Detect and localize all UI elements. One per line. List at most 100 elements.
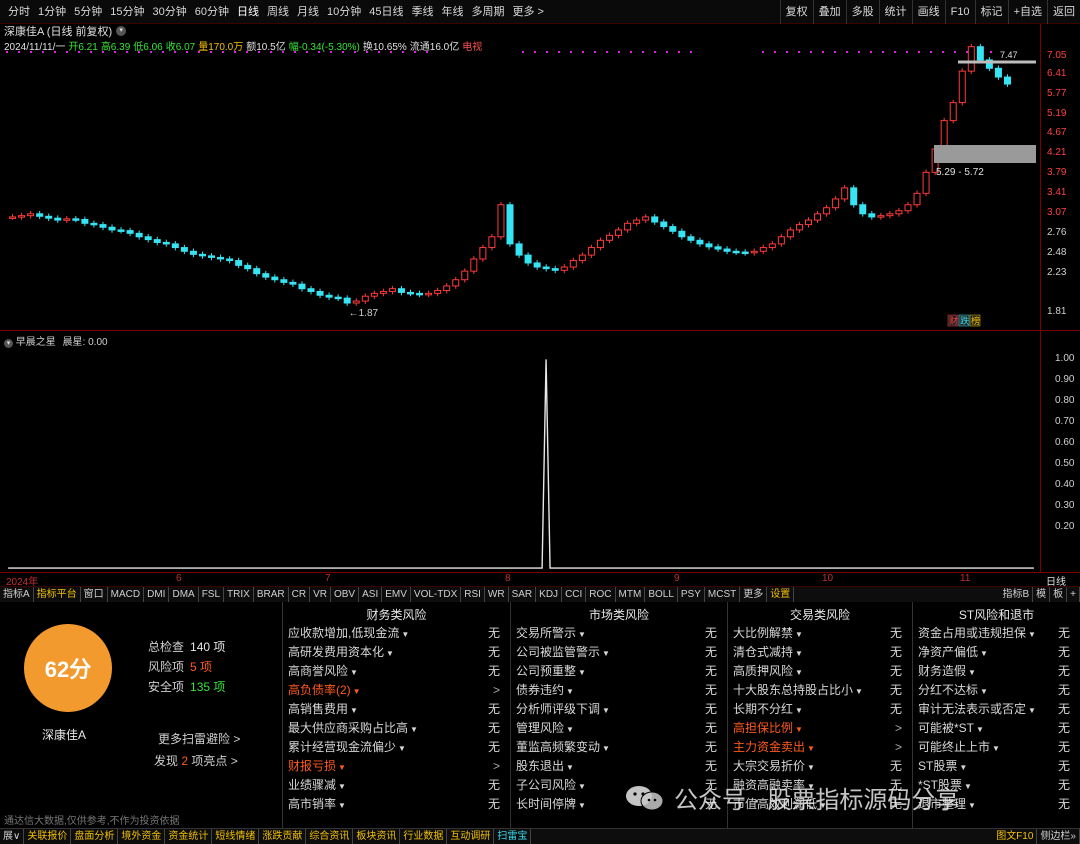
risk-item[interactable]: 大宗交易折价 ▼ 无 [728,757,912,776]
period-tab-13[interactable]: 多周期 [468,0,509,24]
indicator-tab-3[interactable]: MACD [108,587,145,602]
indicator-tab-12[interactable]: ASI [359,587,383,602]
chevron-down-icon[interactable]: ▾ [116,26,127,36]
period-tab-8[interactable]: 月线 [293,0,323,24]
period-tab-9[interactable]: 10分钟 [323,0,365,24]
indicator-tab-right-0[interactable]: 指标B [999,587,1034,603]
risk-item[interactable]: 大比例解禁 ▼ 无 [728,624,912,643]
period-tab-12[interactable]: 年线 [438,0,468,24]
indicator-tab-5[interactable]: DMA [169,587,199,602]
indicator-tab-14[interactable]: VOL-TDX [411,587,462,602]
risk-item[interactable]: 高研发费用资本化 ▼ 无 [283,643,510,662]
indicator-tab-21[interactable]: MTM [616,587,646,602]
period-tab-11[interactable]: 季线 [408,0,438,24]
indicator-tab-0[interactable]: 指标A [0,587,34,602]
risk-item[interactable]: 分红不达标 ▼ 无 [913,681,1080,700]
risk-item[interactable]: 十大股东总持股占比小 ▼ 无 [728,681,912,700]
quote-sector[interactable]: 电视 [462,42,482,53]
risk-item[interactable]: 最大供应商采购占比高 ▼ 无 [283,719,510,738]
period-tab-2[interactable]: 5分钟 [70,0,106,24]
risk-item[interactable]: 交易所警示 ▼ 无 [511,624,727,643]
risk-item[interactable]: 可能终止上市 ▼ 无 [913,738,1080,757]
indicator-tab-22[interactable]: BOLL [645,587,678,602]
risk-item[interactable]: 董监高频繁变动 ▼ 无 [511,738,727,757]
risk-item[interactable]: 高担保比例 ▼ > [728,719,912,738]
bottom-tab-2[interactable]: 盘面分析 [71,829,119,844]
risk-item[interactable]: ST股票 ▼ 无 [913,757,1080,776]
period-tab-0[interactable]: 分时 [4,0,34,24]
bottom-tab-7[interactable]: 综合资讯 [306,829,354,844]
indicator-tab-6[interactable]: FSL [199,587,225,602]
indicator-tab-right-1[interactable]: 模 [1033,587,1051,603]
indicator-tab-15[interactable]: RSI [461,587,485,602]
indicator-tab-right-3[interactable]: + [1067,587,1080,603]
indicator-tab-8[interactable]: BRAR [254,587,289,602]
risk-item[interactable]: 净资产偏低 ▼ 无 [913,643,1080,662]
indicator-tab-10[interactable]: VR [310,587,331,602]
indicator-tab-25[interactable]: 更多 [740,587,768,602]
highlights-link[interactable]: 发现 2 项亮点 > [154,752,238,769]
bottom-tab-1[interactable]: 关联报价 [24,829,72,844]
indicator-tab-right-2[interactable]: 板 [1050,587,1068,603]
risk-item[interactable]: 财务造假 ▼ 无 [913,662,1080,681]
risk-item[interactable]: 业绩骤减 ▼ 无 [283,776,510,795]
stock-title[interactable]: 深康佳A (日线 前复权) [4,23,112,39]
risk-item[interactable]: 资金占用或违规担保 ▼ 无 [913,624,1080,643]
indicator-tab-11[interactable]: OBV [331,587,360,602]
indicator-tab-26[interactable]: 设置 [767,587,795,602]
risk-item[interactable]: 财报亏损 ▼ > [283,757,510,776]
tool-button-3[interactable]: 统计 [878,0,912,24]
tool-button-8[interactable]: 返回 [1047,0,1080,24]
indicator-name[interactable]: 早晨之星 [16,337,56,348]
bottom-right-tab-1[interactable]: 侧边栏» [1037,829,1080,844]
tool-button-1[interactable]: 叠加 [812,0,846,24]
indicator-chevron-icon[interactable]: ▾ [4,339,13,348]
risk-item[interactable]: 高市销率 ▼ 无 [283,795,510,814]
indicator-tab-18[interactable]: KDJ [536,587,563,602]
bottom-tab-8[interactable]: 板块资讯 [353,829,401,844]
risk-item[interactable]: 清仓式减持 ▼ 无 [728,643,912,662]
risk-item[interactable]: 公司预重整 ▼ 无 [511,662,727,681]
indicator-chart[interactable] [0,330,1040,572]
more-scan-link[interactable]: 更多扫雷避险 > [158,730,240,747]
indicator-tab-4[interactable]: DMI [144,587,170,602]
risk-item[interactable]: 分析师评级下调 ▼ 无 [511,700,727,719]
indicator-tab-1[interactable]: 指标平台 [34,587,81,602]
risk-item[interactable]: 高负债率(2) ▼ > [283,681,510,700]
risk-item[interactable]: 管理风险 ▼ 无 [511,719,727,738]
tool-button-5[interactable]: F10 [944,0,975,24]
risk-item[interactable]: 高商誉风险 ▼ 无 [283,662,510,681]
period-tab-14[interactable]: 更多 > [509,0,548,24]
risk-item[interactable]: 应收款增加,低现金流 ▼ 无 [283,624,510,643]
indicator-tab-9[interactable]: CR [289,587,311,602]
period-tab-7[interactable]: 周线 [263,0,293,24]
indicator-tab-24[interactable]: MCST [705,587,741,602]
risk-item[interactable]: 高质押风险 ▼ 无 [728,662,912,681]
risk-item[interactable]: 累计经营现金流偏少 ▼ 无 [283,738,510,757]
bottom-tab-3[interactable]: 境外资金 [118,829,166,844]
bottom-right-tab-0[interactable]: 图文F10 [993,829,1038,844]
tool-button-0[interactable]: 复权 [779,0,813,24]
period-tab-1[interactable]: 1分钟 [34,0,70,24]
bottom-tab-10[interactable]: 互动调研 [447,829,495,844]
tool-button-4[interactable]: 画线 [911,0,945,24]
indicator-tab-16[interactable]: WR [485,587,509,602]
tool-button-7[interactable]: +自选 [1007,0,1047,24]
period-tab-3[interactable]: 15分钟 [106,0,148,24]
risk-item[interactable]: 主力资金卖出 ▼ > [728,738,912,757]
indicator-tab-20[interactable]: ROC [586,587,616,602]
bottom-tab-0[interactable]: 展∨ [0,829,25,844]
risk-item[interactable]: 审计无法表示或否定 ▼ 无 [913,700,1080,719]
indicator-tab-7[interactable]: TRIX [224,587,254,602]
indicator-tab-17[interactable]: SAR [509,587,537,602]
indicator-tab-23[interactable]: PSY [678,587,705,602]
tool-button-6[interactable]: 标记 [974,0,1008,24]
period-tab-4[interactable]: 30分钟 [149,0,191,24]
period-tab-10[interactable]: 45日线 [365,0,407,24]
risk-item[interactable]: 公司被监管警示 ▼ 无 [511,643,727,662]
bottom-tab-4[interactable]: 资金统计 [165,829,213,844]
risk-item[interactable]: 债券违约 ▼ 无 [511,681,727,700]
risk-item[interactable]: 可能被*ST ▼ 无 [913,719,1080,738]
risk-item[interactable]: 股东退出 ▼ 无 [511,757,727,776]
period-tab-6[interactable]: 日线 [233,0,263,24]
